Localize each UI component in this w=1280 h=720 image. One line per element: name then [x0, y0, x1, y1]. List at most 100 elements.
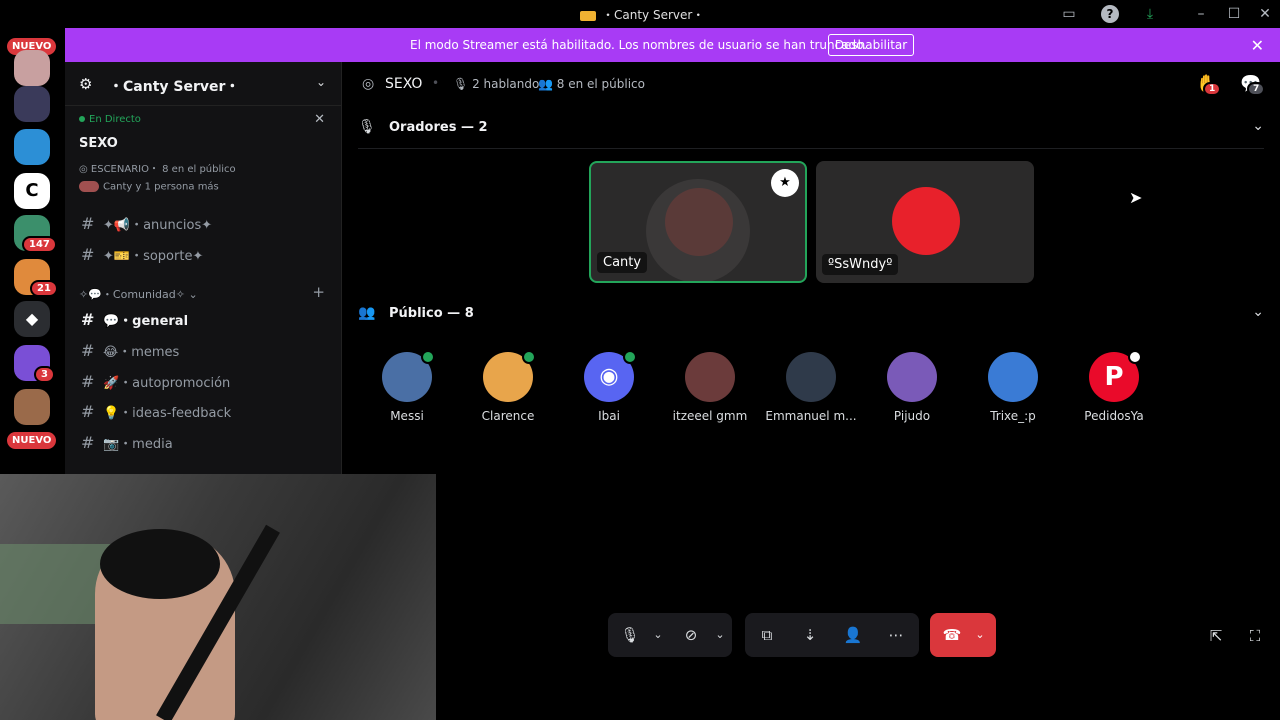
screen-share-icon[interactable]: ▭ — [1060, 5, 1078, 23]
audience-header[interactable]: Público — 8 — [389, 306, 474, 321]
channel-item[interactable]: # ✦📢・anuncios✦ — [81, 214, 212, 233]
avatar — [685, 352, 735, 402]
app-logo-icon — [580, 10, 596, 21]
close-icon[interactable]: ✕ — [314, 112, 325, 127]
channel-item[interactable]: # 🚀・autopromoción — [81, 372, 230, 391]
streamer-mode-banner: El modo Streamer está habilitado. Los no… — [65, 28, 1280, 62]
category-community[interactable]: ✧💬・Comunidad✧ ⌄ — [79, 286, 198, 302]
member-name: Trixe_:p — [990, 409, 1036, 423]
hash-icon: # — [81, 433, 95, 452]
people-icon: 👥 — [538, 77, 557, 91]
unread-count-badge: 3 — [34, 366, 55, 383]
channel-sidebar: ⚙ ・Canty Server・ ⌄ En Directo ✕ SEXO ◎ E… — [65, 62, 342, 474]
banner-message: El modo Streamer está habilitado. Los no… — [410, 38, 868, 52]
avatar — [892, 187, 960, 255]
hash-icon: # — [81, 245, 95, 264]
mouse-cursor-icon: ➤ — [1129, 188, 1143, 207]
pop-out-icon[interactable]: ⇱ — [1205, 626, 1227, 646]
audience-member[interactable]: Trixe_:p — [965, 352, 1061, 423]
mic-icon[interactable]: 🎙 — [619, 625, 641, 645]
audience-member[interactable]: Messi — [359, 350, 455, 423]
avatar: ◉ — [584, 350, 637, 402]
server-icon[interactable]: ◆ — [14, 301, 50, 337]
speaker-tile[interactable]: ★ Canty — [589, 161, 807, 283]
chevron-down-icon[interactable]: ⌄ — [709, 625, 731, 645]
avatar: P — [1089, 350, 1142, 402]
avatar — [887, 352, 937, 402]
moderator-icon — [623, 350, 637, 364]
server-icon[interactable] — [14, 129, 50, 165]
member-name: Pijudo — [893, 409, 931, 423]
server-icon[interactable] — [14, 86, 50, 122]
audience-count: 👥 8 en el público — [538, 77, 645, 91]
minimize-icon[interactable]: – — [1192, 5, 1210, 23]
stage-name[interactable]: SEXO — [79, 136, 118, 151]
share-screen-icon[interactable]: ⧉ — [756, 625, 778, 645]
channel-item[interactable]: # 💡・ideas-feedback — [81, 402, 231, 421]
server-icon[interactable] — [14, 50, 50, 86]
stage-icon: ◎ — [362, 76, 375, 92]
download-icon[interactable]: ⤓ — [1141, 5, 1159, 23]
disable-streamer-button[interactable]: Deshabilitar — [828, 34, 914, 56]
live-indicator: En Directo — [79, 114, 141, 125]
avatar — [786, 352, 836, 402]
channel-item[interactable]: # ✦🎫・soporte✦ — [81, 245, 203, 264]
server-icon[interactable] — [14, 389, 50, 425]
avatar — [382, 350, 435, 402]
chevron-down-icon[interactable]: ⌄ — [647, 625, 669, 645]
stage-view: ◎ SEXO • 🎙 2 hablando 👥 8 en el público … — [342, 62, 1280, 720]
member-name: PedidosYa — [1084, 409, 1144, 423]
maximize-icon[interactable]: ☐ — [1225, 5, 1243, 23]
member-name: Ibai — [598, 409, 620, 423]
add-channel-icon[interactable]: + — [312, 283, 325, 301]
hash-icon: # — [81, 214, 95, 233]
window-close-icon[interactable]: ✕ — [1256, 5, 1274, 23]
new-badge: NUEVO — [7, 432, 57, 449]
audience-member[interactable]: ◉ Ibai — [561, 350, 657, 423]
threads-count-badge: 7 — [1247, 82, 1266, 96]
move-to-audience-icon[interactable]: ⇣ — [799, 625, 821, 645]
audio-video-controls: 🎙 ⌄ ⊘ ⌄ — [608, 613, 732, 657]
speaker-tile[interactable]: ºSsWndyº — [816, 161, 1034, 283]
camera-off-icon[interactable]: ⊘ — [680, 625, 702, 645]
chevron-down-icon[interactable]: ⌄ — [969, 625, 991, 645]
invite-icon[interactable]: 👤 — [842, 625, 864, 645]
channel-item[interactable]: # 💬・general — [81, 310, 188, 329]
banner-close-icon[interactable]: ✕ — [1251, 36, 1264, 55]
speaking-count: 🎙 2 hablando — [453, 77, 540, 91]
leave-call-button[interactable]: ☎ ⌄ — [930, 613, 996, 657]
channel-item[interactable]: # 📷・media — [81, 433, 173, 452]
stage-controls: ⧉ ⇣ 👤 ⋯ — [745, 613, 919, 657]
audience-member[interactable]: Emmanuel m... — [763, 352, 859, 423]
hash-icon: # — [81, 372, 95, 391]
canty-server-icon[interactable]: C — [14, 173, 50, 209]
title-bar: ・Canty Server・ ▭ ? ⤓ – ☐ ✕ — [0, 0, 1280, 28]
stage-people: Canty y 1 persona más — [79, 181, 219, 193]
more-options-icon[interactable]: ⋯ — [885, 625, 907, 645]
chevron-down-icon: ⌄ — [188, 288, 198, 301]
channel-item[interactable]: # 😂・memes — [81, 341, 179, 360]
stage-icon: ◎ — [79, 164, 91, 175]
speaker-name: ºSsWndyº — [822, 254, 899, 275]
divider — [358, 148, 1264, 149]
chevron-down-icon[interactable]: ⌄ — [1252, 304, 1264, 320]
chevron-down-icon[interactable]: ⌄ — [1252, 118, 1264, 134]
audience-member[interactable]: itzeeel gmm — [662, 352, 758, 423]
server-header[interactable]: ⚙ ・Canty Server・ ⌄ — [65, 62, 342, 106]
audience-member[interactable]: Clarence — [460, 350, 556, 423]
fullscreen-icon[interactable]: ⛶ — [1244, 626, 1266, 646]
hash-icon: # — [81, 402, 95, 421]
stage-header: ◎ SEXO • 🎙 2 hablando 👥 8 en el público … — [342, 62, 1280, 106]
moderator-star-icon: ★ — [771, 169, 799, 197]
server-settings-icon: ⚙ — [79, 75, 93, 93]
audience-member[interactable]: Pijudo — [864, 352, 960, 423]
moderator-icon — [1128, 350, 1142, 364]
hash-icon: # — [81, 341, 95, 360]
moderator-icon — [421, 350, 435, 364]
help-icon[interactable]: ? — [1101, 5, 1119, 23]
audience-member[interactable]: P PedidosYa — [1066, 350, 1162, 423]
mic-icon: 🎙 — [453, 77, 473, 91]
unread-count-badge: 21 — [30, 280, 58, 297]
member-name: itzeeel gmm — [672, 409, 748, 423]
speakers-header[interactable]: Oradores — 2 — [389, 120, 488, 135]
